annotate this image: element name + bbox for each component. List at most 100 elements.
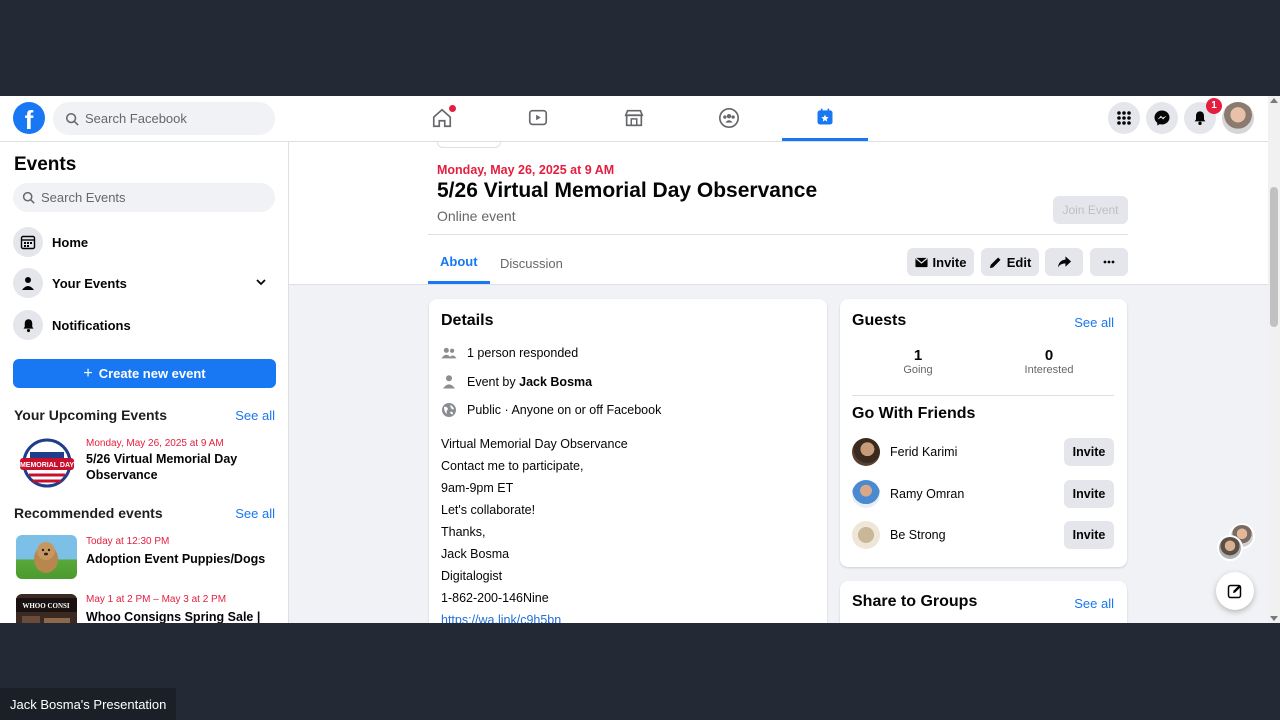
event-header: Monday, May 26, 2025 at 9 AM 5/26 Virtua… [289, 142, 1268, 285]
whoo-consigns-thumbnail[interactable]: WHOO CONSI [16, 594, 77, 623]
join-event-button[interactable]: Join Event [1053, 196, 1128, 224]
going-count[interactable]: 1 Going [873, 347, 963, 376]
going-label: Going [903, 364, 933, 376]
details-panel: Details 1 person responded Event by Jack… [429, 299, 827, 623]
sidebar-item-your-events[interactable]: Your Events [13, 267, 275, 299]
description-line: 9am-9pm ET [441, 481, 514, 495]
marketplace-icon [624, 109, 644, 127]
edit-label: Edit [1006, 254, 1032, 270]
event-description: Virtual Memorial Day Observance Contact … [441, 433, 628, 623]
sidebar-item-label: Your Events [52, 275, 127, 291]
tab-about[interactable]: About [428, 242, 490, 284]
friend-avatar[interactable] [852, 438, 880, 466]
share-button[interactable] [1045, 248, 1083, 276]
new-message-button[interactable] [1216, 572, 1254, 610]
memorial-day-thumbnail[interactable]: MEMORIAL DAY [16, 438, 78, 488]
invite-friend-button[interactable]: Invite [1064, 480, 1114, 508]
header-divider [428, 234, 1128, 235]
friend-name[interactable]: Ferid Karimi [890, 445, 957, 459]
bell-icon [1194, 111, 1206, 125]
search-events-input[interactable]: Search Events [13, 183, 275, 212]
edit-button[interactable]: Edit [981, 248, 1039, 276]
profile-avatar[interactable] [1222, 102, 1254, 134]
guests-panel: Guests See all 1 Going 0 Interested Go W… [840, 299, 1127, 567]
page-scrollbar[interactable] [1268, 96, 1280, 623]
description-line: 1-862-200-146Nine [441, 591, 549, 605]
recommended-event-name[interactable]: Adoption Event Puppies/Dogs [86, 551, 276, 567]
recommended-see-all-link[interactable]: See all [235, 506, 275, 521]
people-icon [441, 347, 457, 359]
chat-avatar[interactable] [1217, 535, 1243, 561]
messenger-icon [1154, 110, 1170, 126]
scroll-up-arrow[interactable] [1270, 98, 1278, 103]
scroll-thumb[interactable] [1270, 187, 1278, 327]
search-placeholder: Search Facebook [85, 111, 187, 126]
event-location-type: Online event [437, 208, 516, 224]
whatsapp-link[interactable]: https://wa.link/c9h5bn [441, 609, 628, 623]
sidebar-item-notifications[interactable]: Notifications [13, 309, 275, 341]
invite-button[interactable]: Invite [907, 248, 974, 276]
interested-number: 0 [1044, 347, 1054, 364]
more-options-button[interactable] [1090, 248, 1128, 276]
top-navigation-bar: f Search Facebook 1 [0, 96, 1268, 142]
description-line: Thanks, [441, 525, 486, 539]
upcoming-see-all-link[interactable]: See all [235, 408, 275, 423]
tab-discussion[interactable]: Discussion [488, 242, 575, 284]
messenger-button[interactable] [1146, 102, 1178, 134]
sidebar-item-home[interactable]: Home [13, 226, 275, 258]
interested-count[interactable]: 0 Interested [1004, 347, 1094, 376]
recommended-events-heading: Recommended events [14, 505, 163, 521]
share-see-all-link[interactable]: See all [1074, 596, 1114, 611]
recommended-event-date: Today at 12:30 PM [86, 536, 170, 547]
calendar-icon [13, 227, 43, 257]
tab-groups[interactable] [686, 96, 772, 140]
interested-label: Interested [1024, 364, 1074, 376]
friend-name[interactable]: Be Strong [890, 528, 946, 542]
description-line: Contact me to participate, [441, 459, 584, 473]
friend-avatar[interactable] [852, 480, 880, 508]
privacy-text: Public · Anyone on or off Facebook [467, 403, 662, 417]
friend-row: Ferid Karimi Invite [852, 437, 1114, 467]
share-arrow-icon [1057, 256, 1071, 268]
upcoming-event-date: Monday, May 26, 2025 at 9 AM [86, 438, 224, 449]
friend-name[interactable]: Ramy Omran [890, 487, 964, 501]
chat-head-avatars[interactable] [1217, 523, 1255, 561]
sidebar-item-label: Home [52, 234, 89, 250]
create-button-label: Create new event [98, 366, 206, 381]
invite-friend-button[interactable]: Invite [1064, 438, 1114, 466]
new-activity-dot [449, 105, 456, 112]
facebook-logo[interactable]: f [13, 102, 45, 134]
search-facebook-input[interactable]: Search Facebook [53, 102, 275, 135]
notifications-button[interactable]: 1 [1184, 98, 1222, 134]
guests-see-all-link[interactable]: See all [1074, 315, 1114, 330]
upcoming-event-name[interactable]: 5/26 Virtual Memorial Day Observance [86, 451, 276, 483]
puppy-thumbnail[interactable] [16, 535, 77, 579]
video-icon [528, 109, 548, 126]
friend-avatar[interactable] [852, 521, 880, 549]
calendar-star-icon [817, 108, 833, 125]
description-line: Virtual Memorial Day Observance [441, 437, 628, 451]
invite-friend-button[interactable]: Invite [1064, 521, 1114, 549]
responded-row: 1 person responded [441, 346, 578, 360]
host-row: Event by Jack Bosma [441, 374, 592, 389]
plus-icon: + [83, 364, 93, 382]
tab-events[interactable] [782, 96, 868, 141]
going-number: 1 [913, 347, 923, 364]
chevron-down-icon[interactable] [255, 276, 267, 288]
thumbnail-text: MEMORIAL DAY [20, 462, 74, 469]
search-icon [65, 112, 79, 126]
host-name-link[interactable]: Jack Bosma [519, 375, 592, 389]
tab-marketplace[interactable] [591, 96, 677, 140]
envelope-icon [914, 257, 928, 267]
create-new-event-button[interactable]: + Create new event [13, 359, 276, 388]
browser-viewport: f Search Facebook 1 Events Search Events… [0, 96, 1280, 623]
description-line: Jack Bosma [441, 547, 510, 561]
bell-icon [13, 310, 43, 340]
scroll-down-arrow[interactable] [1270, 616, 1278, 621]
tab-video[interactable] [495, 96, 581, 140]
person-icon [13, 268, 43, 298]
recommended-event-name[interactable]: Whoo Consigns Spring Sale | May [86, 609, 276, 623]
globe-icon [442, 403, 456, 417]
menu-button[interactable] [1108, 102, 1140, 134]
tab-home[interactable] [399, 96, 485, 140]
